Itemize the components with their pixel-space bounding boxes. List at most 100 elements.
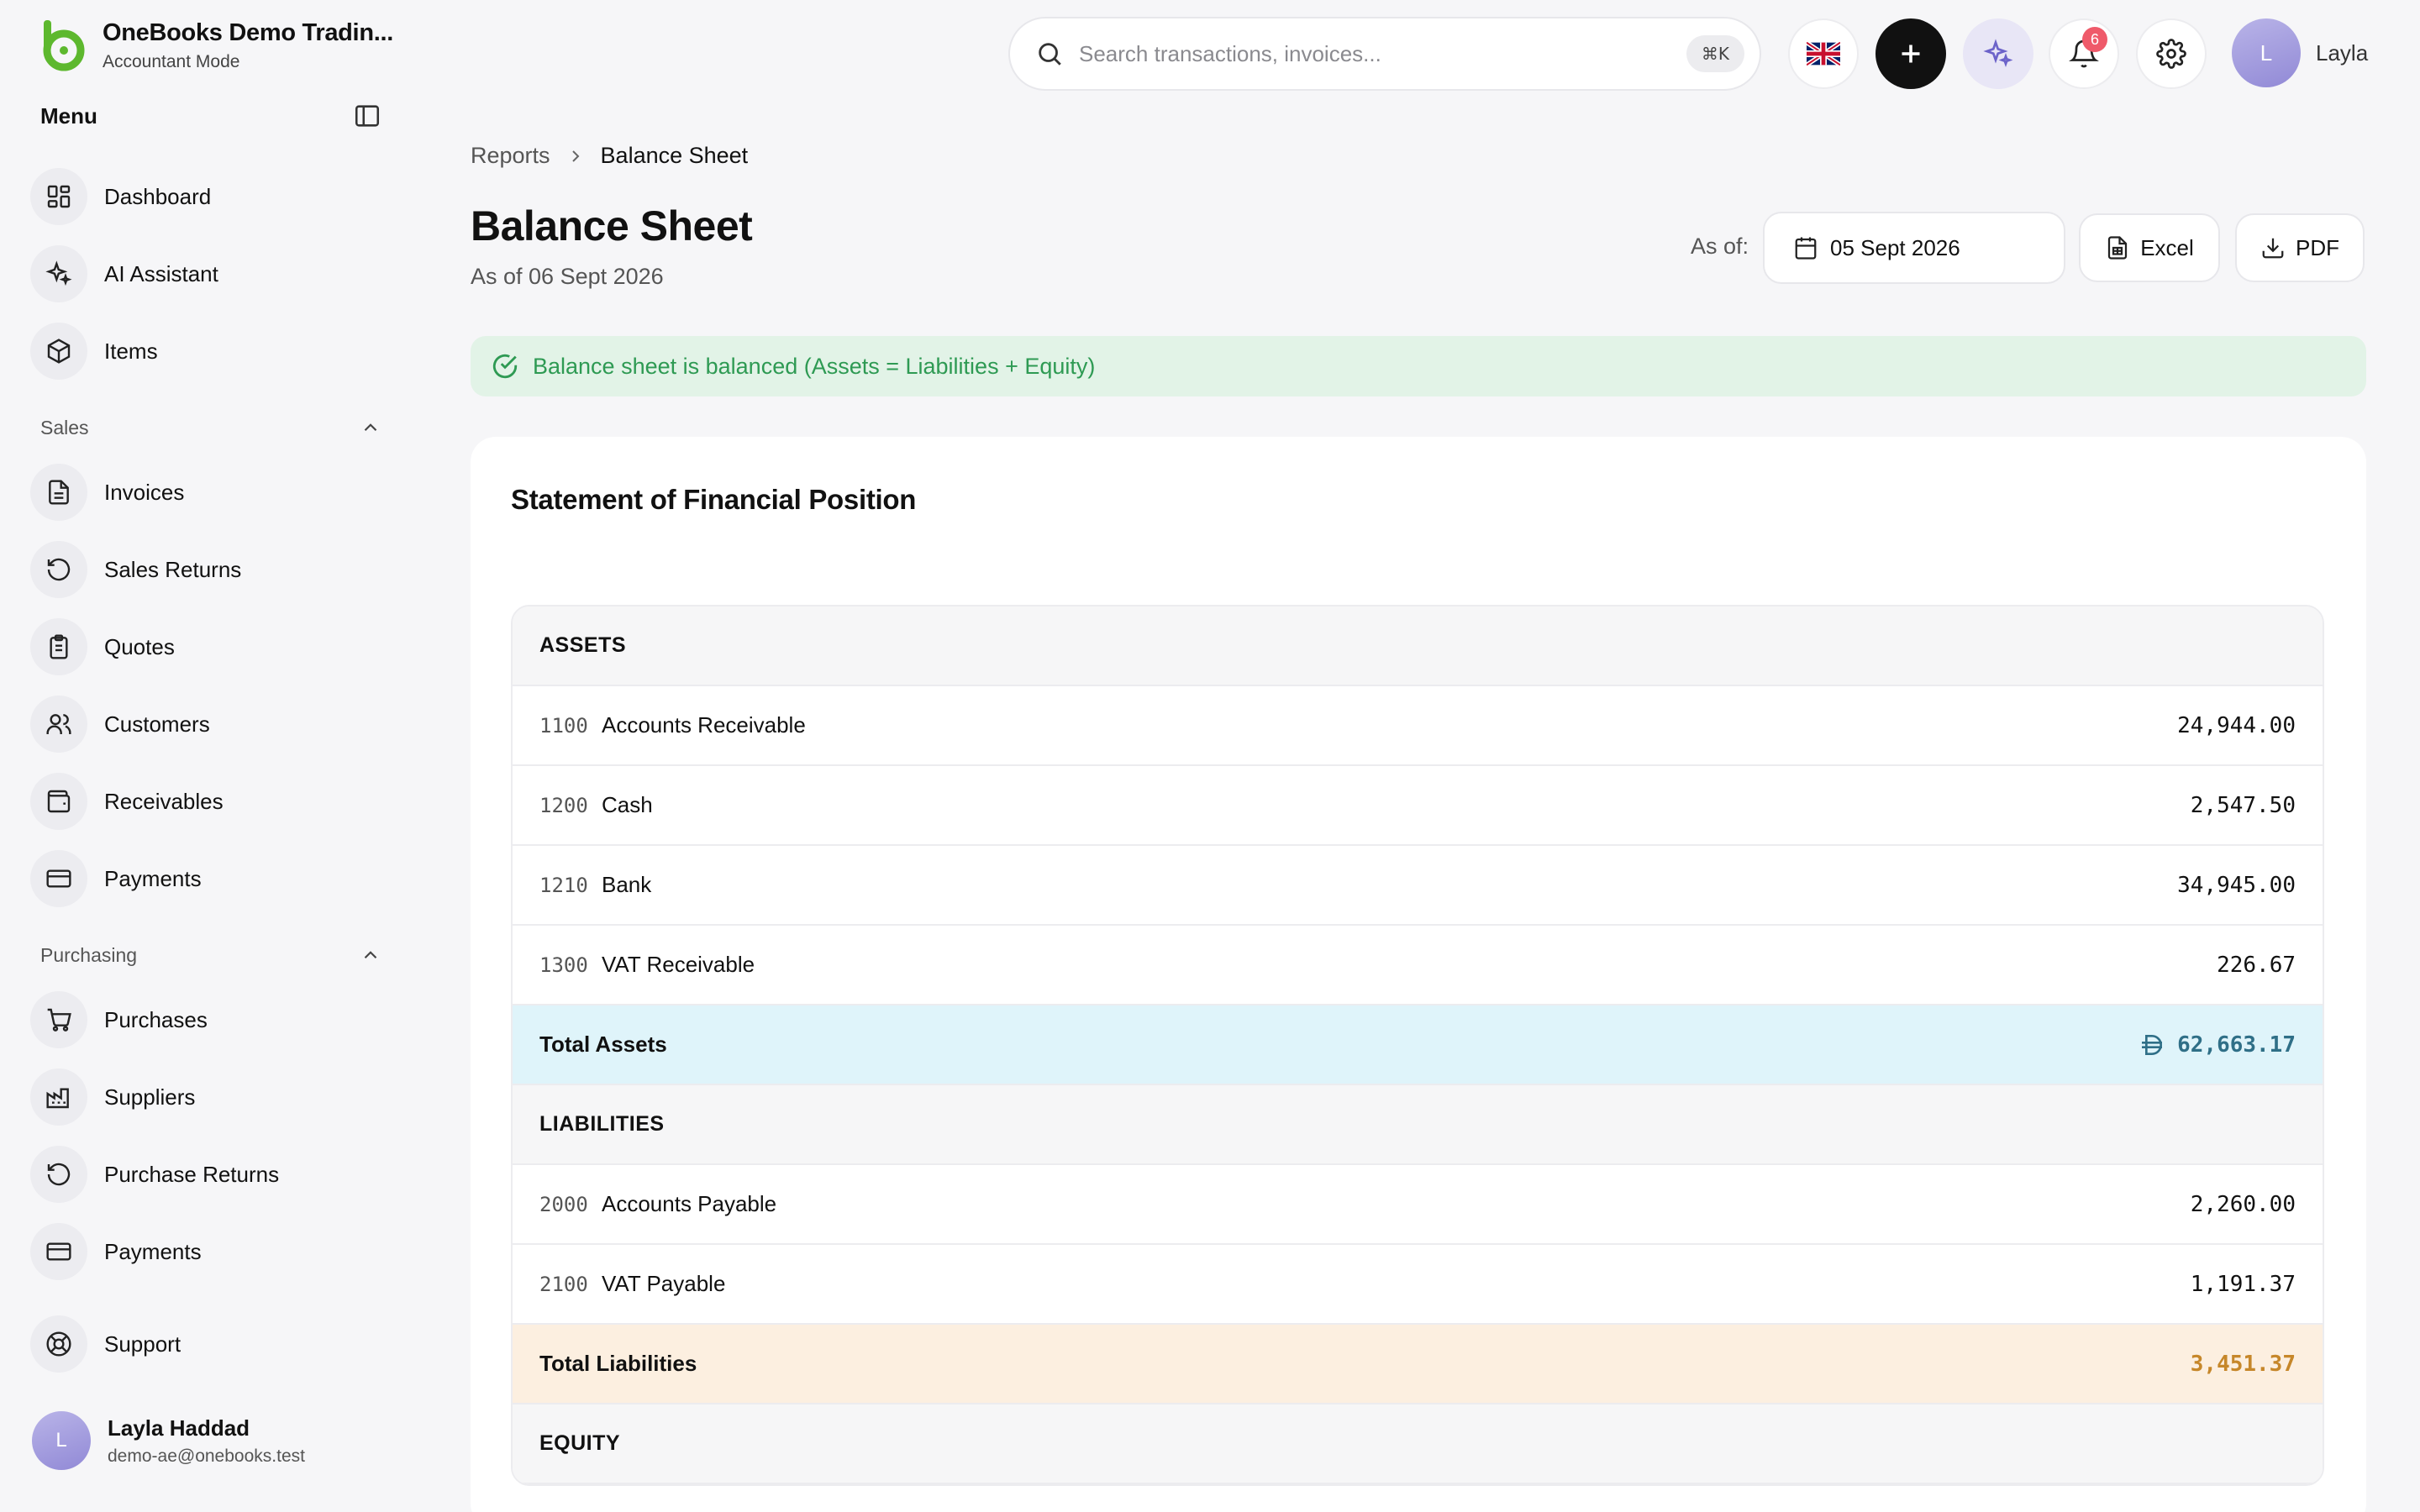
sidebar-item-label: Sales Returns [104,556,242,582]
rotate-ccw-icon [47,1163,71,1186]
credit-card-icon [46,869,71,888]
create-button[interactable] [1876,18,1946,89]
page-subtitle: As of 06 Sept 2026 [471,264,664,289]
document-icon [49,480,69,505]
ai-button[interactable] [1963,18,2033,89]
download-icon [2262,238,2284,259]
sidebar-user[interactable]: L Layla Haddad demo-ae@onebooks.test [32,1411,305,1470]
sidebar-item-label: Suppliers [104,1084,196,1110]
total-liabilities-label: Total Liabilities [539,1351,697,1376]
account-amount: 2,547.50 [2190,792,2296,818]
chevron-up-icon [364,951,377,959]
avatar: L [32,1411,91,1470]
statement-title: Statement of Financial Position [511,484,917,515]
sidebar-item-suppliers[interactable]: Suppliers [30,1065,383,1129]
total-liabilities-row: Total Liabilities 3,451.37 [513,1325,2323,1404]
export-excel-button[interactable]: Excel [2079,213,2220,282]
user-menu[interactable]: L Layla [2232,18,2368,87]
sidebar-item-payments[interactable]: Payments [30,847,383,911]
account-name: Cash [602,792,653,817]
settings-button[interactable] [2136,18,2207,89]
account-code: 1100 [539,713,588,738]
company-name: OneBooks Demo Tradin... [103,18,393,46]
life-buoy-icon [46,1331,71,1357]
dirham-icon [2142,1034,2163,1055]
sparkles-icon [1983,39,2013,67]
sidebar-item-quotes[interactable]: Quotes [30,615,383,679]
users-icon [46,714,71,734]
sidebar-item-dashboard[interactable]: Dashboard [30,165,383,228]
section-header-equity: EQUITY [513,1404,2323,1484]
date-picker[interactable]: 05 Sept 2026 [1763,212,2065,284]
sidebar-item-label: Purchase Returns [104,1161,280,1187]
user-email: demo-ae@onebooks.test [108,1446,305,1466]
uk-flag-icon [1807,42,1840,66]
sidebar-item-label: Customers [104,711,210,737]
sidebar-item-label: AI Assistant [104,260,218,286]
plus-icon [1902,45,1920,63]
sidebar-item-label: Items [104,338,158,364]
account-amount: 2,260.00 [2190,1191,2296,1217]
sparkles-icon [45,260,72,286]
sidebar-item-receivables[interactable]: Receivables [30,769,383,833]
sidebar-item-purchase-returns[interactable]: Purchase Returns [30,1142,383,1206]
excel-label: Excel [2140,234,2194,260]
total-assets-amount: 62,663.17 [2177,1032,2296,1058]
pdf-label: PDF [2296,234,2339,260]
section-header-liabilities: LIABILITIES [513,1085,2323,1165]
rotate-ccw-icon [47,558,71,581]
table-row[interactable]: 2100 VAT Payable 1,191.37 [513,1245,2323,1325]
menu-header: Menu [40,101,381,131]
table-row[interactable]: 1210 Bank 34,945.00 [513,846,2323,926]
user-name: Layla Haddad [108,1415,250,1441]
notifications-button[interactable]: 6 [2049,18,2119,89]
mode-label: Accountant Mode [103,51,240,71]
as-of-label: As of: [1691,234,1749,259]
sidebar-item-invoices[interactable]: Invoices [30,460,383,524]
sidebar-item-label: Quotes [104,633,175,659]
equity-header: EQUITY [539,1431,621,1455]
section-label: Purchasing [40,943,138,966]
account-code: 1300 [539,953,588,977]
sidebar-item-purchases[interactable]: Purchases [30,988,383,1052]
search-input[interactable] [1079,40,1686,67]
page-title: Balance Sheet [471,202,753,249]
sidebar-item-label: Payments [104,1238,202,1264]
balanced-alert: Balance sheet is balanced (Assets = Liab… [471,336,2366,396]
sidebar-toggle-icon[interactable] [353,102,381,130]
chevron-up-icon [364,423,377,432]
section-header-assets: ASSETS [513,606,2323,686]
section-purchasing[interactable]: Purchasing [40,940,381,970]
notification-badge: 6 [2082,27,2107,52]
language-button[interactable] [1788,18,1859,89]
total-assets-label: Total Assets [539,1032,667,1057]
spreadsheet-icon [2108,236,2128,260]
section-sales[interactable]: Sales [40,412,381,443]
sidebar-item-support[interactable]: Support [30,1312,383,1376]
table-row[interactable]: 2000 Accounts Payable 2,260.00 [513,1165,2323,1245]
sidebar-item-items[interactable]: Items [30,319,383,383]
account-amount: 34,945.00 [2177,872,2296,898]
onebooks-logo-icon [43,20,85,71]
account-amount: 226.67 [2217,952,2296,978]
search-bar[interactable]: ⌘K [1008,17,1761,91]
table-row[interactable]: 1300 VAT Receivable 226.67 [513,926,2323,1005]
sidebar-item-label: Dashboard [104,183,212,209]
dashboard-icon [47,185,71,208]
box-icon [47,339,71,364]
check-circle-icon [492,354,518,379]
account-name: Bank [602,872,652,897]
sidebar-item-customers[interactable]: Customers [30,692,383,756]
table-row[interactable]: 1200 Cash 2,547.50 [513,766,2323,846]
export-pdf-button[interactable]: PDF [2235,213,2365,282]
wallet-icon [47,790,71,813]
breadcrumb-reports[interactable]: Reports [471,143,550,169]
sidebar-item-sales-returns[interactable]: Sales Returns [30,538,383,601]
sidebar-item-ai-assistant[interactable]: AI Assistant [30,242,383,306]
statement-card: Statement of Financial Position ASSETS 1… [471,437,2366,1512]
breadcrumb: Reports Balance Sheet [471,143,748,169]
brand[interactable]: OneBooks Demo Tradin... Accountant Mode [32,17,393,74]
account-amount: 1,191.37 [2190,1271,2296,1297]
table-row[interactable]: 1100 Accounts Receivable 24,944.00 [513,686,2323,766]
sidebar-item-purchase-payments[interactable]: Payments [30,1220,383,1284]
